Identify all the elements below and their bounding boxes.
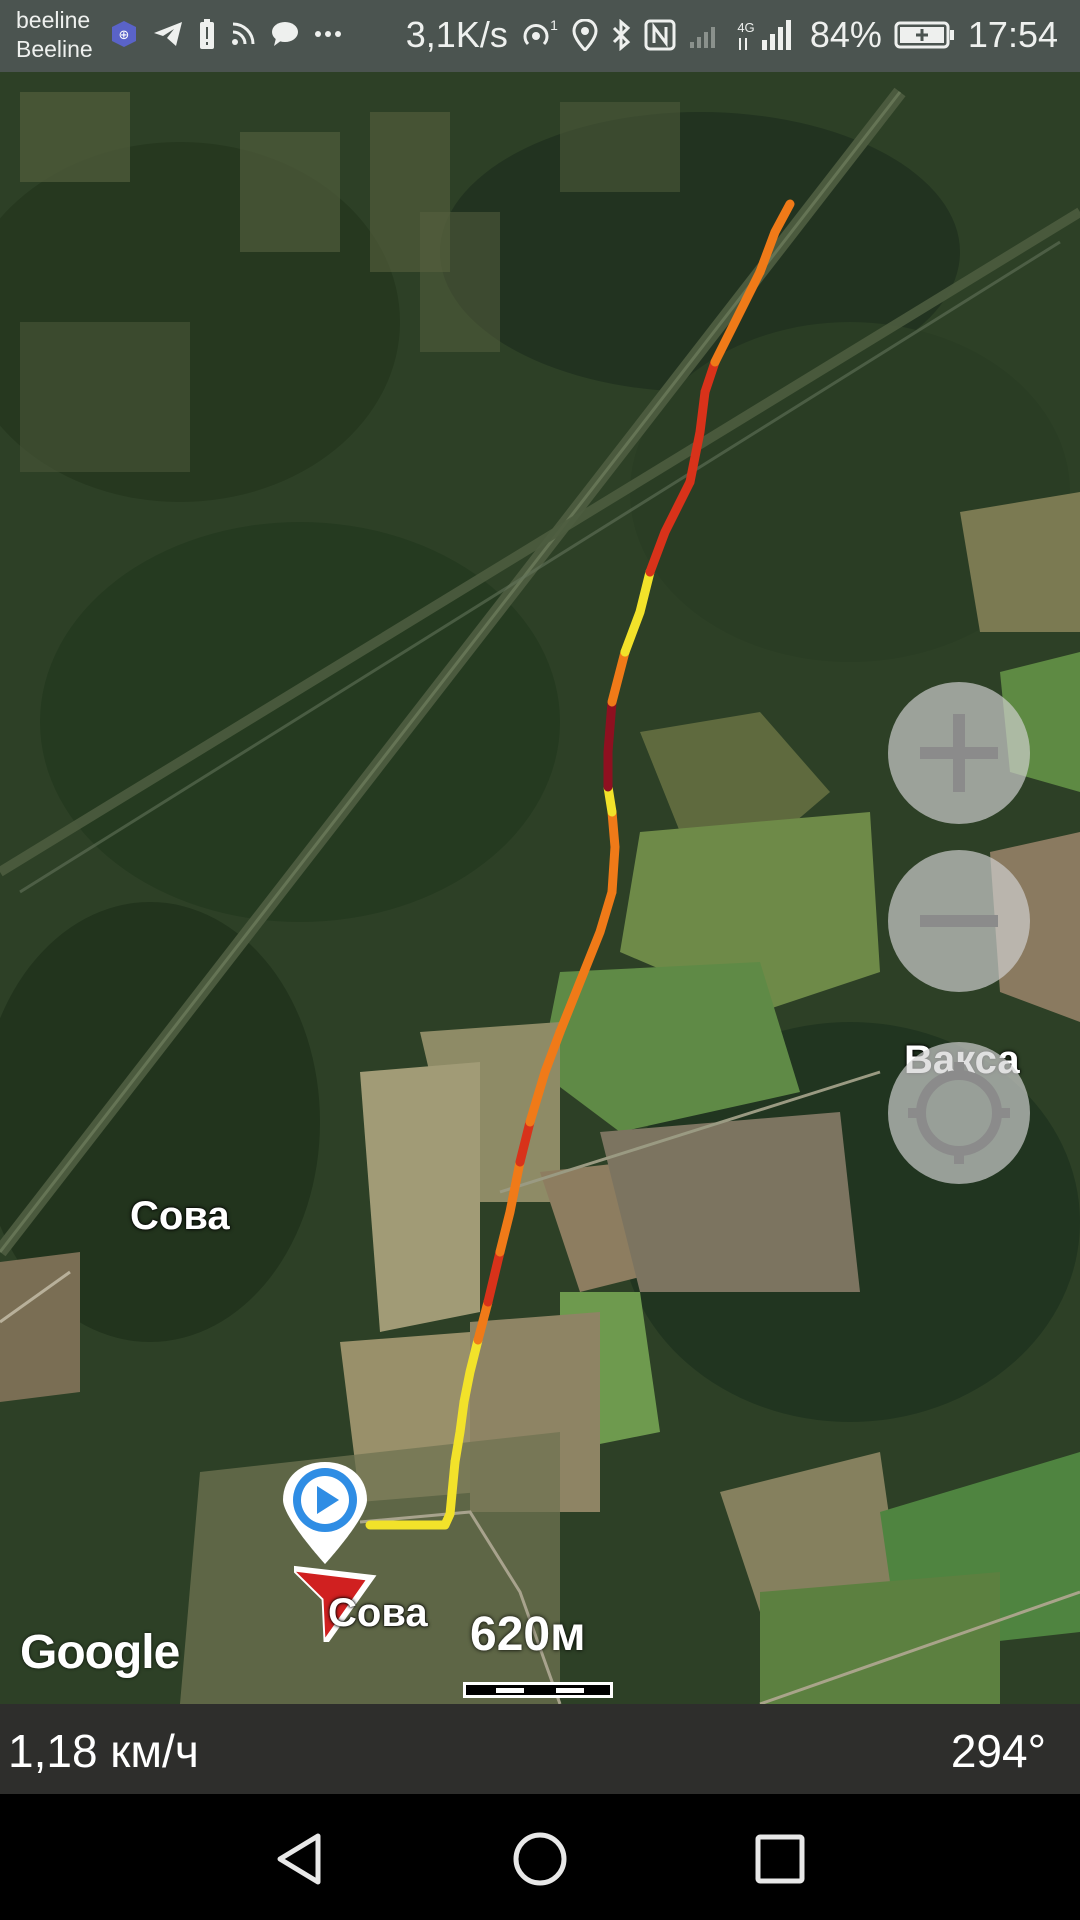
track-segment <box>710 267 765 367</box>
back-triangle-icon[interactable] <box>266 1824 336 1894</box>
shield-app-icon: ⊕ <box>112 21 136 47</box>
rss-icon <box>232 22 255 45</box>
track-segment <box>450 1397 469 1467</box>
track-segment <box>365 1457 460 1530</box>
speed-readout: 1,18 км/ч <box>8 1725 199 1777</box>
track-segment <box>603 697 617 792</box>
heading-readout: 294° <box>950 1725 1046 1777</box>
minus-icon <box>920 915 998 927</box>
navigation-bar <box>0 1794 1080 1920</box>
signal-icon <box>689 27 715 48</box>
recents-square-icon[interactable] <box>745 1824 815 1894</box>
bluetooth-icon <box>612 19 631 51</box>
battery-alert-icon <box>200 19 214 49</box>
carrier-info: beeline Beeline <box>16 6 93 64</box>
more-icon <box>315 31 341 37</box>
telegram-icon <box>154 22 182 46</box>
location-icon <box>572 19 598 51</box>
clock: 17:54 <box>967 14 1058 55</box>
track-segment <box>459 1335 483 1407</box>
google-attribution: Google <box>20 1626 180 1679</box>
place-label-sova-south: Сова <box>328 1591 428 1635</box>
crosshair-icon <box>908 1062 1010 1164</box>
info-bar: 1,18 км/ч 294° <box>0 1704 1080 1794</box>
battery-percent: 84% <box>809 14 882 55</box>
map-view[interactable]: Сова Вакса Сова Google 620м <box>0 72 1080 1704</box>
chat-icon <box>272 22 298 46</box>
track-segment <box>555 887 617 1037</box>
battery-icon <box>894 21 954 49</box>
notification-icons: ⊕ <box>110 18 342 50</box>
svg-text:⊕: ⊕ <box>119 28 130 43</box>
zoom-out-button[interactable] <box>888 850 1030 992</box>
network-speed: 3,1K/s <box>405 14 508 55</box>
network-type-label: 4G <box>737 20 754 35</box>
scale-bar <box>463 1682 613 1698</box>
track-segment <box>473 1297 493 1345</box>
home-circle-icon[interactable] <box>505 1824 575 1894</box>
place-label-sova-west: Сова <box>130 1194 230 1238</box>
plus-icon <box>920 714 998 792</box>
track-segment <box>685 387 710 487</box>
system-status: 3,1K/s 1 4G 84% 17:54 <box>406 12 1058 58</box>
track-segment <box>525 1027 565 1127</box>
zoom-in-button[interactable] <box>888 682 1030 824</box>
network-signal-icon: 4G <box>737 20 791 50</box>
track-segment <box>620 567 655 657</box>
track-segment <box>483 1247 505 1307</box>
track-segment <box>495 1157 525 1257</box>
hotspot-icon: 1 <box>523 18 558 46</box>
my-location-button[interactable] <box>888 1042 1030 1184</box>
track-segment <box>515 1117 535 1167</box>
hotspot-badge: 1 <box>550 18 558 33</box>
nfc-icon <box>644 19 676 51</box>
carrier-line-1: beeline <box>16 7 91 33</box>
scale-label: 620м <box>470 1608 586 1661</box>
track-segment <box>755 199 795 277</box>
status-bar: beeline Beeline ⊕ 3,1K/s 1 4G 84% 17:54 <box>0 0 1080 72</box>
track-segment <box>607 807 620 897</box>
track-segment <box>607 647 630 707</box>
track-segment <box>700 357 720 397</box>
track-segment <box>645 477 695 577</box>
carrier-line-2: Beeline <box>16 36 93 62</box>
